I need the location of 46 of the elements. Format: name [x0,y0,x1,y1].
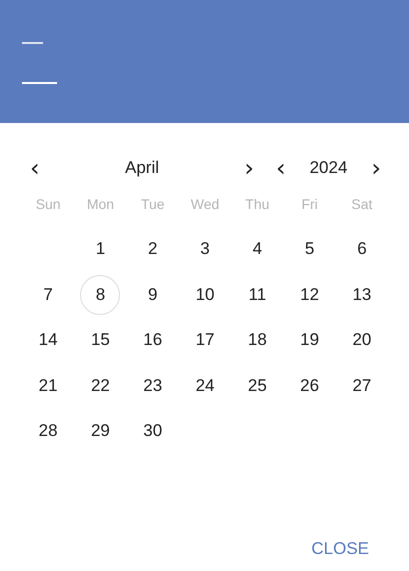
weekday-label: Fri [301,196,318,212]
day-button[interactable]: 2 [132,229,173,270]
day-button[interactable]: 7 [28,274,68,315]
day-button[interactable]: 17 [185,320,226,360]
date-placeholder-dash [22,82,57,84]
weekday-label: Wed [190,196,220,212]
previous-year-button[interactable]: ‹ [270,156,292,180]
day-button[interactable]: 5 [290,229,330,270]
day-button[interactable]: 6 [342,229,382,270]
close-button[interactable]: CLOSE [307,537,373,561]
previous-month-button[interactable]: ‹ [24,156,46,180]
day-button[interactable]: 9 [132,274,173,315]
day-button[interactable]: 15 [80,320,120,360]
weekday-label: Sat [351,196,372,212]
day-button[interactable]: 16 [132,320,173,360]
day-button[interactable]: 23 [132,366,173,406]
day-button[interactable]: 3 [185,229,226,270]
weekday-label: Mon [86,196,114,212]
next-month-button[interactable]: › [238,156,260,180]
day-button[interactable]: 11 [237,274,278,315]
day-button[interactable]: 22 [80,366,120,406]
day-button[interactable]: 28 [28,411,68,452]
day-button[interactable]: 21 [28,366,68,406]
day-button[interactable]: 10 [185,274,226,315]
day-button[interactable]: 30 [132,411,173,452]
day-button[interactable]: 13 [342,274,382,315]
day-button[interactable]: 1 [80,229,120,270]
day-button[interactable]: 26 [290,366,330,406]
weekday-label: Tue [140,196,165,212]
day-button[interactable]: 8 [80,274,120,315]
year-placeholder-dash [22,42,43,44]
day-button[interactable]: 20 [342,320,382,360]
day-button[interactable]: 24 [185,366,226,406]
weekday-label: Sun [36,196,61,212]
day-button[interactable]: 25 [237,366,278,406]
year-label: 2024 [310,158,348,178]
day-button[interactable]: 14 [28,320,68,360]
day-button[interactable]: 18 [237,320,278,360]
day-button[interactable]: 27 [342,366,382,406]
day-button[interactable]: 29 [80,411,120,452]
next-year-button[interactable]: › [365,156,387,180]
weekday-label: Thu [245,196,270,212]
month-label: April [124,158,159,178]
day-button[interactable]: 12 [290,274,330,315]
day-button[interactable]: 19 [290,320,330,360]
day-button[interactable]: 4 [237,229,278,270]
